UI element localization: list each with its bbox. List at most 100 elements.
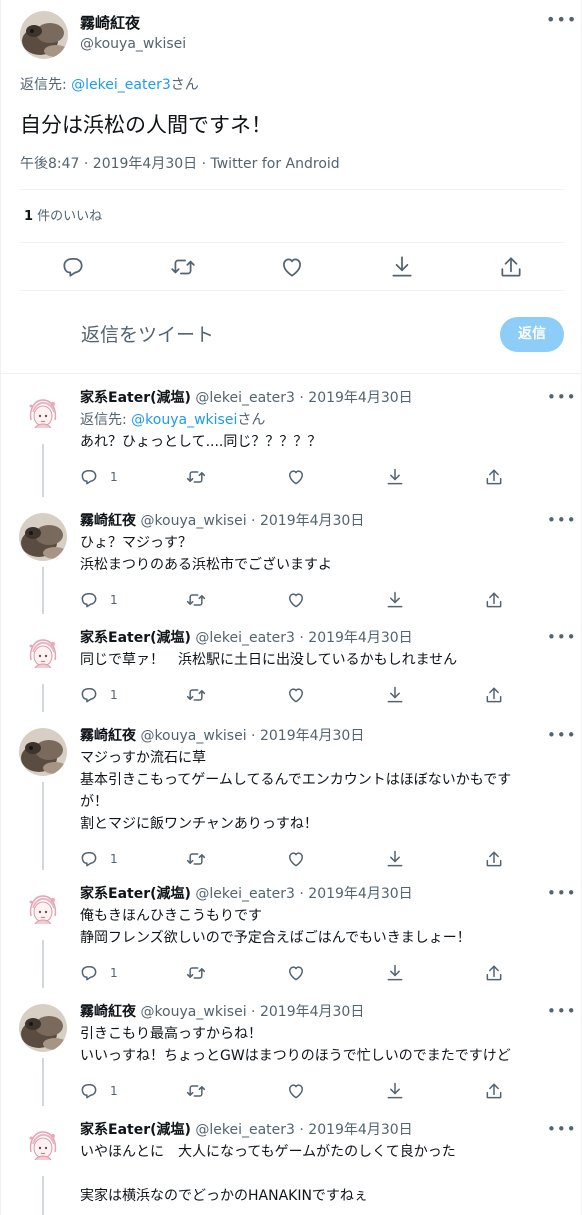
reply-header: 家系Eater(減塩) @lekei_eater3 · 2019年4月30日	[80, 629, 413, 647]
tweet-text-line: いいっすね！ちょっとGWはまつりのほうで忙しいのでまたですけど	[80, 1048, 511, 1064]
bookmark-icon[interactable]	[385, 849, 405, 869]
author-name[interactable]: 家系Eater(減塩)	[80, 630, 191, 646]
retweet-icon[interactable]	[186, 1081, 206, 1101]
author-name[interactable]: 霧崎紅夜	[80, 513, 136, 529]
author-handle[interactable]: @lekei_eater3	[195, 390, 295, 406]
reply-icon[interactable]	[79, 467, 99, 487]
bookmark-icon[interactable]	[385, 963, 405, 983]
heart-icon[interactable]	[286, 1081, 306, 1101]
avatar[interactable]	[19, 1122, 67, 1170]
tweet-text-line: 静岡フレンズ欲しいので予定合えばごはんでもいきましょー！	[80, 930, 471, 946]
reply-tweet[interactable]: 霧崎紅夜 @kouya_wkisei · 2019年4月30日 ••• マジっすか流…	[1, 712, 582, 870]
retweet-icon[interactable]	[170, 254, 196, 280]
tweet-date[interactable]: 2019年4月30日	[260, 1004, 364, 1020]
share-icon[interactable]	[498, 254, 524, 280]
divider	[20, 242, 564, 243]
reply-icon[interactable]	[79, 963, 99, 983]
share-icon[interactable]	[484, 963, 504, 983]
more-icon[interactable]: •••	[547, 1120, 577, 1138]
retweet-icon[interactable]	[186, 849, 206, 869]
bookmark-icon[interactable]	[385, 685, 405, 705]
reply-count: 1	[110, 852, 118, 866]
reply-icon[interactable]	[79, 590, 99, 610]
author-name[interactable]: 霧崎紅夜	[80, 13, 140, 33]
author-handle[interactable]: @kouya_wkisei	[140, 1004, 246, 1020]
separator-dot: ·	[294, 390, 309, 406]
tweet-date[interactable]: 2019年4月30日	[308, 886, 412, 902]
more-icon[interactable]: •••	[547, 628, 577, 646]
author-handle[interactable]: @lekei_eater3	[195, 1122, 295, 1138]
more-icon[interactable]: •••	[546, 10, 577, 30]
reply-to-mention[interactable]: @kouya_wkisei	[131, 412, 237, 428]
avatar[interactable]	[19, 728, 67, 776]
reply-icon[interactable]	[79, 685, 99, 705]
retweet-icon[interactable]	[186, 467, 206, 487]
bookmark-icon[interactable]	[385, 467, 405, 487]
author-handle[interactable]: @kouya_wkisei	[80, 35, 186, 53]
avatar[interactable]	[19, 513, 67, 561]
tweet-date[interactable]: 2019年4月30日	[308, 630, 412, 646]
likes-count[interactable]: 1 件のいいね	[24, 208, 102, 226]
divider	[20, 189, 564, 190]
reply-to-mention[interactable]: @lekei_eater3	[71, 77, 171, 93]
more-icon[interactable]: •••	[547, 388, 577, 406]
heart-icon[interactable]	[286, 849, 306, 869]
author-handle[interactable]: @kouya_wkisei	[140, 728, 246, 744]
share-icon[interactable]	[484, 849, 504, 869]
author-name[interactable]: 霧崎紅夜	[80, 1004, 136, 1020]
avatar[interactable]	[19, 1004, 67, 1052]
tweet-meta[interactable]: 午後8:47 · 2019年4月30日 · Twitter for Androi…	[20, 155, 340, 173]
reply-tweet[interactable]: 家系Eater(減塩) @lekei_eater3 · 2019年4月30日 ••…	[1, 870, 582, 988]
author-name[interactable]: 家系Eater(減塩)	[80, 886, 191, 902]
tweet-text-line: 引きこもり最高っすからね！	[80, 1026, 262, 1042]
avatar[interactable]	[19, 630, 67, 678]
reply-compose-input[interactable]: 返信をツイート	[81, 322, 214, 348]
author-name[interactable]: 霧崎紅夜	[80, 728, 136, 744]
more-icon[interactable]: •••	[547, 511, 577, 529]
author-name[interactable]: 家系Eater(減塩)	[80, 390, 191, 406]
reply-icon[interactable]	[60, 254, 86, 280]
share-icon[interactable]	[484, 1081, 504, 1101]
more-icon[interactable]: •••	[547, 884, 577, 902]
retweet-icon[interactable]	[186, 685, 206, 705]
bookmark-icon[interactable]	[385, 1081, 405, 1101]
avatar[interactable]	[19, 886, 67, 934]
more-icon[interactable]: •••	[547, 726, 577, 744]
tweet-text-line: マジっすか流石に草	[80, 750, 206, 766]
tweet-date[interactable]: 2019年4月30日	[308, 1122, 412, 1138]
reply-button[interactable]: 返信	[500, 317, 564, 352]
retweet-icon[interactable]	[186, 590, 206, 610]
reply-tweet[interactable]: 家系Eater(減塩) @lekei_eater3 · 2019年4月30日 ••…	[1, 614, 582, 712]
reply-icon[interactable]	[79, 849, 99, 869]
reply-tweet[interactable]: 霧崎紅夜 @kouya_wkisei · 2019年4月30日 ••• 引きこもり最…	[1, 988, 582, 1106]
heart-icon[interactable]	[279, 254, 305, 280]
share-icon[interactable]	[484, 590, 504, 610]
author-handle[interactable]: @lekei_eater3	[195, 630, 295, 646]
share-icon[interactable]	[484, 467, 504, 487]
author-handle[interactable]: @lekei_eater3	[195, 886, 295, 902]
reply-header: 霧崎紅夜 @kouya_wkisei · 2019年4月30日	[80, 1003, 364, 1021]
more-icon[interactable]: •••	[547, 1002, 577, 1020]
reply-tweet[interactable]: 家系Eater(減塩) @lekei_eater3 · 2019年4月30日 ••…	[1, 1106, 582, 1215]
reply-icon[interactable]	[79, 1081, 99, 1101]
avatar[interactable]	[19, 390, 67, 438]
retweet-icon[interactable]	[186, 963, 206, 983]
tweet-date[interactable]: 2019年4月30日	[308, 390, 412, 406]
share-icon[interactable]	[484, 685, 504, 705]
tweet-date[interactable]: 2019年4月30日	[260, 728, 364, 744]
reply-tweet[interactable]: 家系Eater(減塩) @lekei_eater3 · 2019年4月30日 ••…	[1, 374, 582, 497]
bookmark-icon[interactable]	[385, 590, 405, 610]
heart-icon[interactable]	[286, 963, 306, 983]
bookmark-icon[interactable]	[389, 254, 415, 280]
heart-icon[interactable]	[286, 467, 306, 487]
reply-count: 1	[110, 593, 118, 607]
tweet-page: 霧崎紅夜 @kouya_wkisei ••• 返信先: @lekei_eater…	[0, 0, 582, 1215]
heart-icon[interactable]	[286, 685, 306, 705]
separator-dot: ·	[294, 886, 309, 902]
heart-icon[interactable]	[286, 590, 306, 610]
avatar[interactable]	[20, 11, 68, 59]
author-handle[interactable]: @kouya_wkisei	[140, 513, 246, 529]
author-name[interactable]: 家系Eater(減塩)	[80, 1122, 191, 1138]
tweet-date[interactable]: 2019年4月30日	[260, 513, 364, 529]
reply-tweet[interactable]: 霧崎紅夜 @kouya_wkisei · 2019年4月30日 ••• ひょ？マジっ…	[1, 497, 582, 614]
